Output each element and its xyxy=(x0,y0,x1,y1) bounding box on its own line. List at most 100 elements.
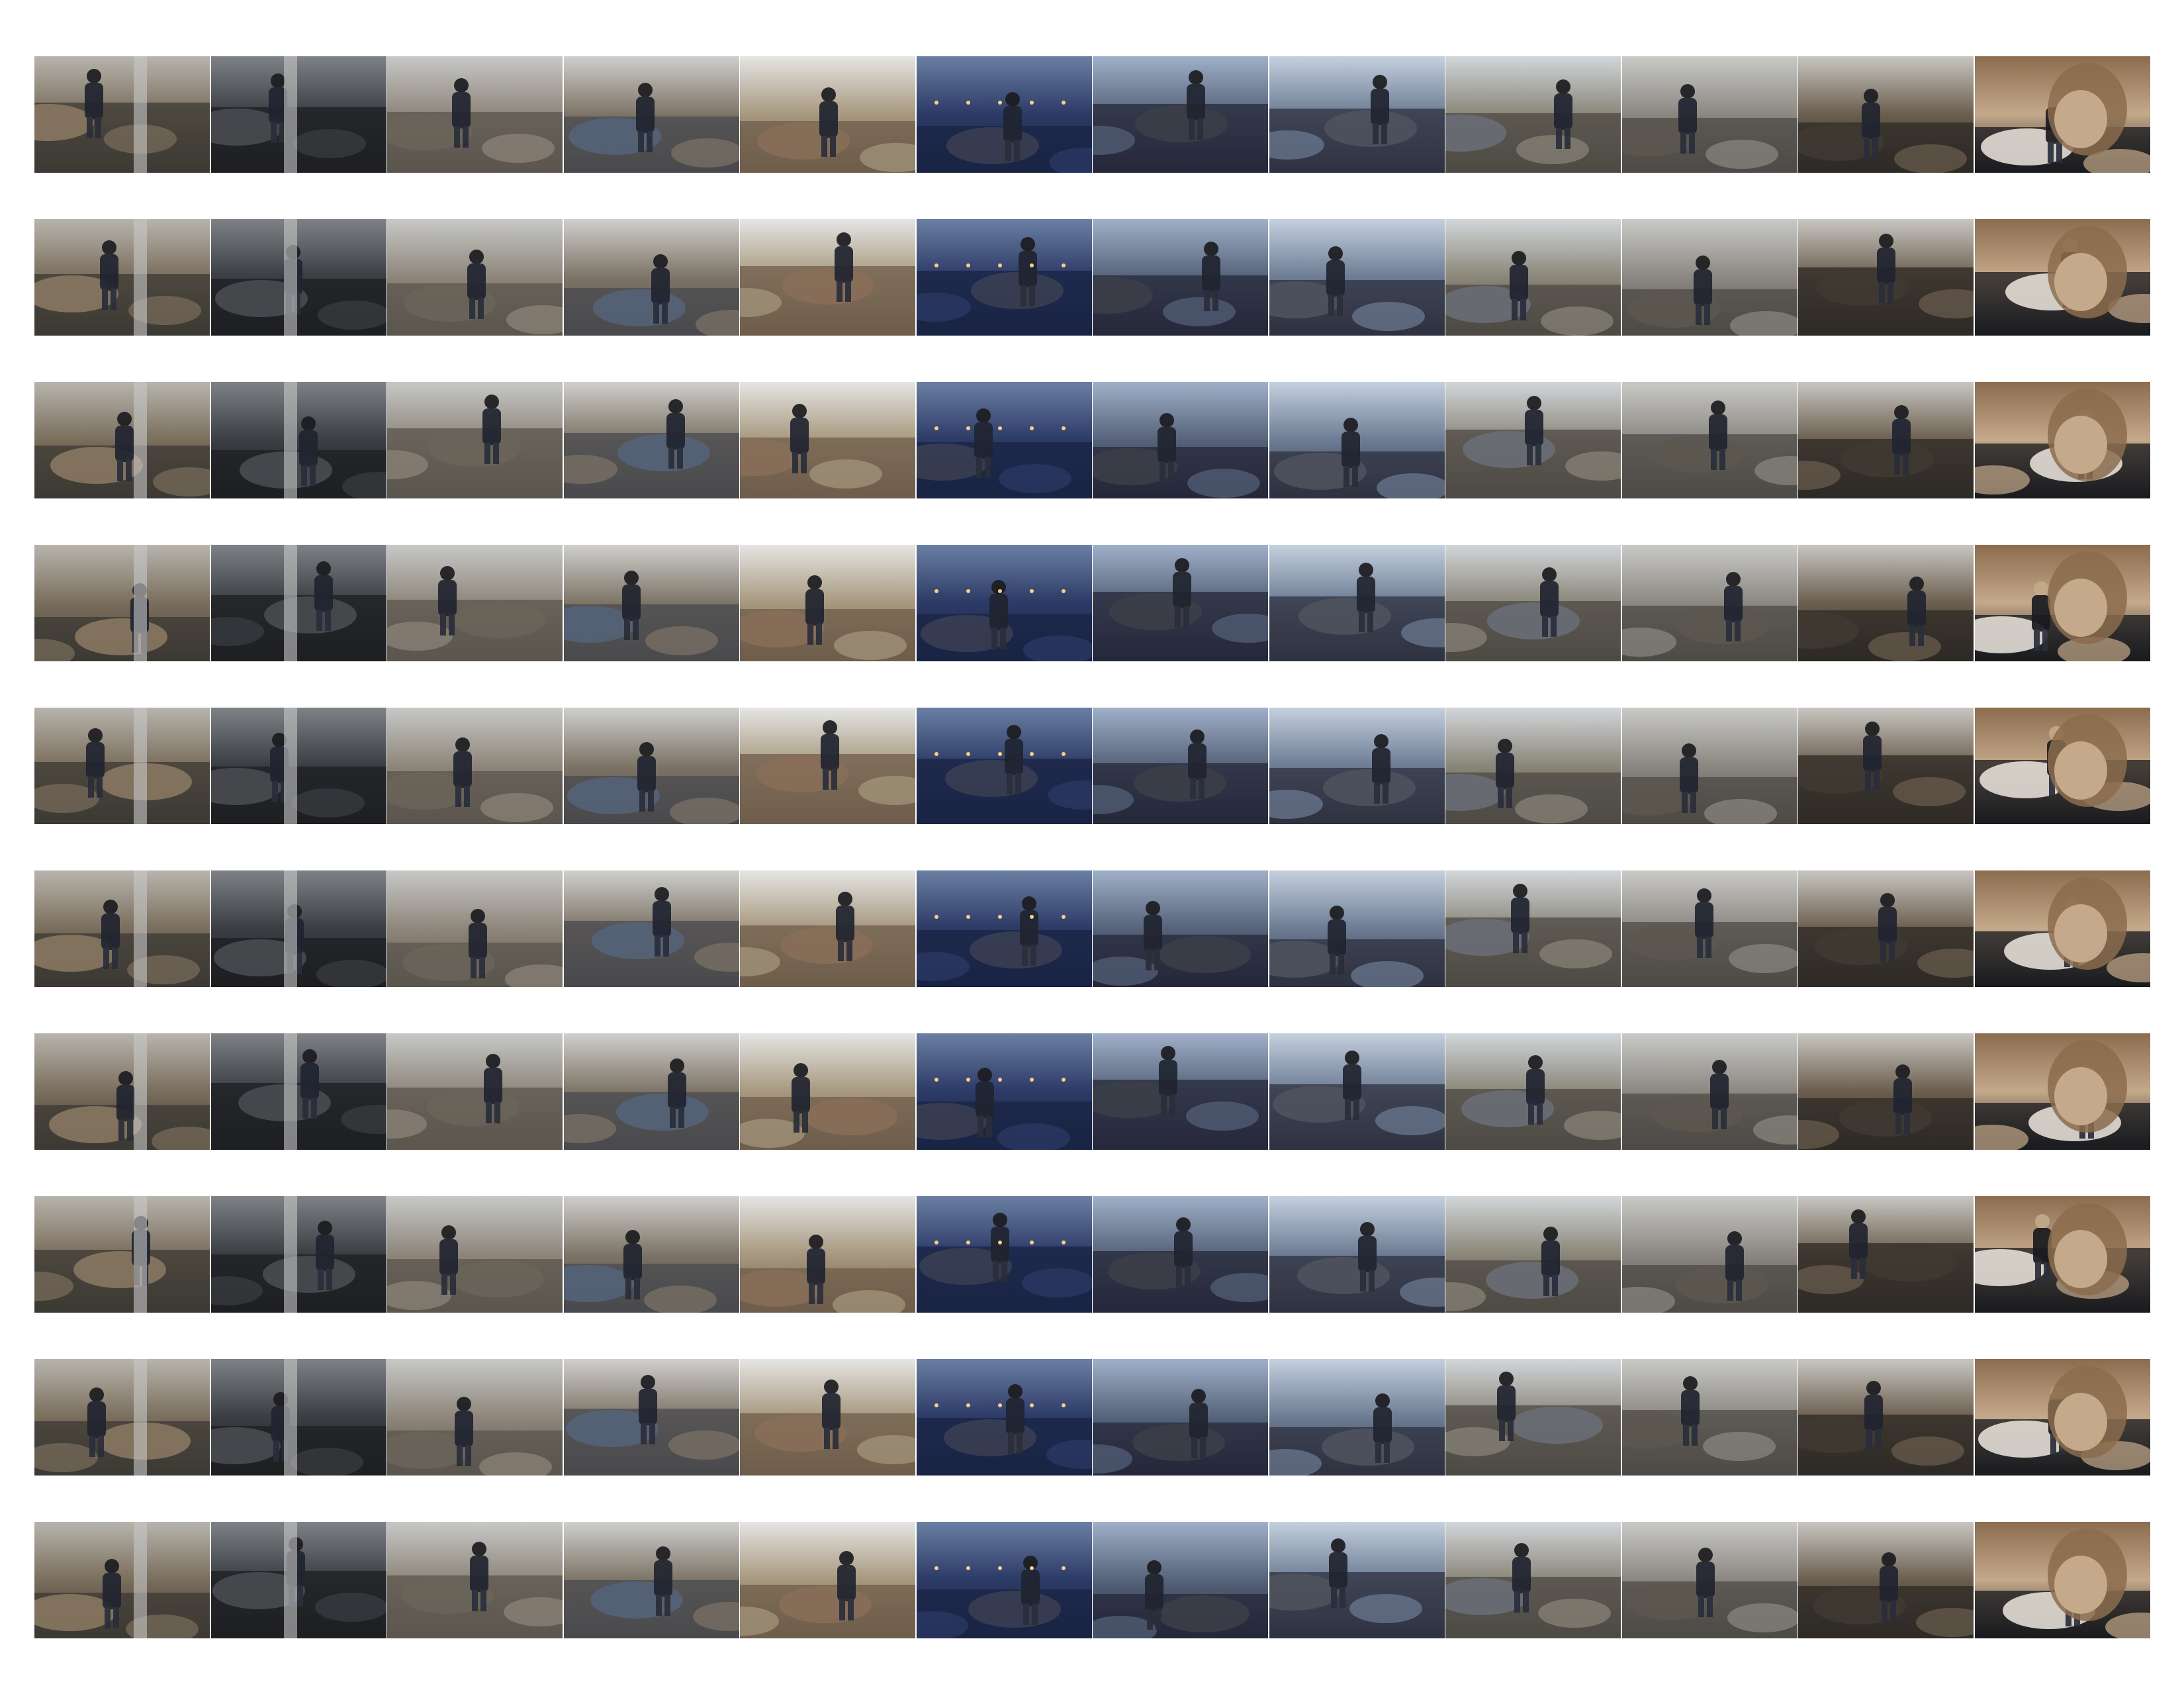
photo-thumbnail-man-with-camera[interactable] xyxy=(564,382,739,498)
photo-thumbnail-boardwalk-at-dusk[interactable] xyxy=(917,56,1092,173)
photo-thumbnail-woods-and-fort[interactable] xyxy=(1798,1359,1974,1476)
photo-thumbnail-woods-and-fort[interactable] xyxy=(1798,1196,1974,1313)
photo-thumbnail-man-photographing-rocks[interactable] xyxy=(387,870,563,987)
photo-thumbnail-woman-on-rocky-coast[interactable] xyxy=(1093,1359,1268,1476)
photo-thumbnail-woman-on-pebble-beach[interactable] xyxy=(1269,1196,1445,1313)
photo-thumbnail-coastal-trees-and-sea[interactable] xyxy=(1445,1359,1621,1476)
photo-thumbnail-man-photographing-rocks[interactable] xyxy=(387,1522,563,1638)
photo-thumbnail-coastal-trees-and-sea[interactable] xyxy=(1445,56,1621,173)
photo-thumbnail-man-with-camera[interactable] xyxy=(564,1359,739,1476)
photo-thumbnail-river-under-bridge[interactable] xyxy=(34,1522,210,1638)
photo-thumbnail-woman-on-rocky-coast[interactable] xyxy=(1093,545,1268,661)
photo-thumbnail-stone-fort-ruins[interactable] xyxy=(1622,708,1797,824)
photo-thumbnail-dark-bridge-underpass[interactable] xyxy=(211,219,387,336)
photo-thumbnail-dark-bridge-underpass[interactable] xyxy=(211,545,387,661)
photo-thumbnail-man-with-camera[interactable] xyxy=(564,1033,739,1150)
photo-thumbnail-dark-bridge-underpass[interactable] xyxy=(211,1033,387,1150)
photo-thumbnail-coastal-trees-and-sea[interactable] xyxy=(1445,219,1621,336)
photo-thumbnail-river-under-bridge[interactable] xyxy=(34,1196,210,1313)
photo-thumbnail-boardwalk-at-dusk[interactable] xyxy=(917,1196,1092,1313)
photo-thumbnail-woods-and-fort[interactable] xyxy=(1798,1522,1974,1638)
photo-thumbnail-man-photographing-rocks[interactable] xyxy=(387,545,563,661)
photo-thumbnail-stone-fort-ruins[interactable] xyxy=(1622,545,1797,661)
photo-thumbnail-fort-and-beach[interactable] xyxy=(740,1522,915,1638)
photo-thumbnail-woman-on-pebble-beach[interactable] xyxy=(1269,1359,1445,1476)
photo-thumbnail-woods-and-fort[interactable] xyxy=(1798,219,1974,336)
photo-thumbnail-stone-fort-ruins[interactable] xyxy=(1622,870,1797,987)
photo-thumbnail-coastal-trees-and-sea[interactable] xyxy=(1445,708,1621,824)
photo-thumbnail-man-photographing-rocks[interactable] xyxy=(387,382,563,498)
photo-thumbnail-woman-on-rocky-coast[interactable] xyxy=(1093,219,1268,336)
photo-thumbnail-man-with-camera[interactable] xyxy=(564,1196,739,1313)
photo-thumbnail-man-photographing-rocks[interactable] xyxy=(387,1033,563,1150)
photo-thumbnail-fort-and-beach[interactable] xyxy=(740,1359,915,1476)
photo-thumbnail-stone-fort-ruins[interactable] xyxy=(1622,1522,1797,1638)
photo-thumbnail-woman-on-pebble-beach[interactable] xyxy=(1269,870,1445,987)
photo-thumbnail-woman-on-rocky-coast[interactable] xyxy=(1093,1033,1268,1150)
photo-thumbnail-boardwalk-at-dusk[interactable] xyxy=(917,1522,1092,1638)
photo-thumbnail-woman-on-rocky-coast[interactable] xyxy=(1093,870,1268,987)
photo-thumbnail-woods-and-fort[interactable] xyxy=(1798,1033,1974,1150)
photo-thumbnail-fort-and-beach[interactable] xyxy=(740,545,915,661)
photo-thumbnail-coastal-trees-and-sea[interactable] xyxy=(1445,1522,1621,1638)
photo-thumbnail-boardwalk-at-dusk[interactable] xyxy=(917,1033,1092,1150)
photo-thumbnail-stone-fort-ruins[interactable] xyxy=(1622,382,1797,498)
photo-thumbnail-boardwalk-at-dusk[interactable] xyxy=(917,219,1092,336)
photo-thumbnail-coastal-trees-and-sea[interactable] xyxy=(1445,870,1621,987)
photo-thumbnail-woods-and-fort[interactable] xyxy=(1798,56,1974,173)
photo-thumbnail-smiling-woman-portrait[interactable] xyxy=(1975,1033,2150,1150)
photo-thumbnail-coastal-trees-and-sea[interactable] xyxy=(1445,545,1621,661)
photo-thumbnail-woods-and-fort[interactable] xyxy=(1798,545,1974,661)
photo-thumbnail-smiling-woman-portrait[interactable] xyxy=(1975,1522,2150,1638)
photo-thumbnail-stone-fort-ruins[interactable] xyxy=(1622,56,1797,173)
photo-thumbnail-smiling-woman-portrait[interactable] xyxy=(1975,1359,2150,1476)
photo-thumbnail-woman-on-pebble-beach[interactable] xyxy=(1269,56,1445,173)
photo-thumbnail-river-under-bridge[interactable] xyxy=(34,545,210,661)
photo-thumbnail-smiling-woman-portrait[interactable] xyxy=(1975,56,2150,173)
photo-thumbnail-fort-and-beach[interactable] xyxy=(740,708,915,824)
photo-thumbnail-stone-fort-ruins[interactable] xyxy=(1622,1196,1797,1313)
photo-thumbnail-fort-and-beach[interactable] xyxy=(740,870,915,987)
photo-thumbnail-dark-bridge-underpass[interactable] xyxy=(211,1359,387,1476)
photo-thumbnail-smiling-woman-portrait[interactable] xyxy=(1975,545,2150,661)
photo-thumbnail-woods-and-fort[interactable] xyxy=(1798,870,1974,987)
photo-thumbnail-man-with-camera[interactable] xyxy=(564,56,739,173)
photo-thumbnail-dark-bridge-underpass[interactable] xyxy=(211,56,387,173)
photo-thumbnail-woman-on-pebble-beach[interactable] xyxy=(1269,1033,1445,1150)
photo-thumbnail-boardwalk-at-dusk[interactable] xyxy=(917,708,1092,824)
photo-thumbnail-river-under-bridge[interactable] xyxy=(34,870,210,987)
photo-thumbnail-boardwalk-at-dusk[interactable] xyxy=(917,870,1092,987)
photo-thumbnail-woman-on-rocky-coast[interactable] xyxy=(1093,382,1268,498)
photo-thumbnail-coastal-trees-and-sea[interactable] xyxy=(1445,382,1621,498)
photo-thumbnail-woman-on-pebble-beach[interactable] xyxy=(1269,1522,1445,1638)
photo-thumbnail-coastal-trees-and-sea[interactable] xyxy=(1445,1196,1621,1313)
photo-thumbnail-smiling-woman-portrait[interactable] xyxy=(1975,219,2150,336)
photo-thumbnail-dark-bridge-underpass[interactable] xyxy=(211,870,387,987)
photo-thumbnail-woman-on-pebble-beach[interactable] xyxy=(1269,219,1445,336)
photo-thumbnail-smiling-woman-portrait[interactable] xyxy=(1975,382,2150,498)
photo-thumbnail-river-under-bridge[interactable] xyxy=(34,382,210,498)
photo-thumbnail-fort-and-beach[interactable] xyxy=(740,382,915,498)
photo-thumbnail-woman-on-rocky-coast[interactable] xyxy=(1093,1522,1268,1638)
photo-thumbnail-smiling-woman-portrait[interactable] xyxy=(1975,1196,2150,1313)
photo-thumbnail-man-photographing-rocks[interactable] xyxy=(387,708,563,824)
photo-thumbnail-coastal-trees-and-sea[interactable] xyxy=(1445,1033,1621,1150)
photo-thumbnail-woman-on-pebble-beach[interactable] xyxy=(1269,545,1445,661)
photo-thumbnail-woman-on-pebble-beach[interactable] xyxy=(1269,382,1445,498)
photo-thumbnail-fort-and-beach[interactable] xyxy=(740,56,915,173)
photo-thumbnail-dark-bridge-underpass[interactable] xyxy=(211,1196,387,1313)
photo-thumbnail-man-with-camera[interactable] xyxy=(564,1522,739,1638)
photo-thumbnail-river-under-bridge[interactable] xyxy=(34,1359,210,1476)
photo-thumbnail-man-with-camera[interactable] xyxy=(564,870,739,987)
photo-thumbnail-woods-and-fort[interactable] xyxy=(1798,708,1974,824)
photo-thumbnail-man-with-camera[interactable] xyxy=(564,545,739,661)
photo-thumbnail-river-under-bridge[interactable] xyxy=(34,56,210,173)
photo-thumbnail-woman-on-rocky-coast[interactable] xyxy=(1093,56,1268,173)
photo-thumbnail-smiling-woman-portrait[interactable] xyxy=(1975,708,2150,824)
photo-thumbnail-woods-and-fort[interactable] xyxy=(1798,382,1974,498)
photo-thumbnail-stone-fort-ruins[interactable] xyxy=(1622,219,1797,336)
photo-thumbnail-fort-and-beach[interactable] xyxy=(740,1033,915,1150)
photo-thumbnail-stone-fort-ruins[interactable] xyxy=(1622,1359,1797,1476)
photo-thumbnail-man-with-camera[interactable] xyxy=(564,708,739,824)
photo-thumbnail-man-photographing-rocks[interactable] xyxy=(387,1359,563,1476)
